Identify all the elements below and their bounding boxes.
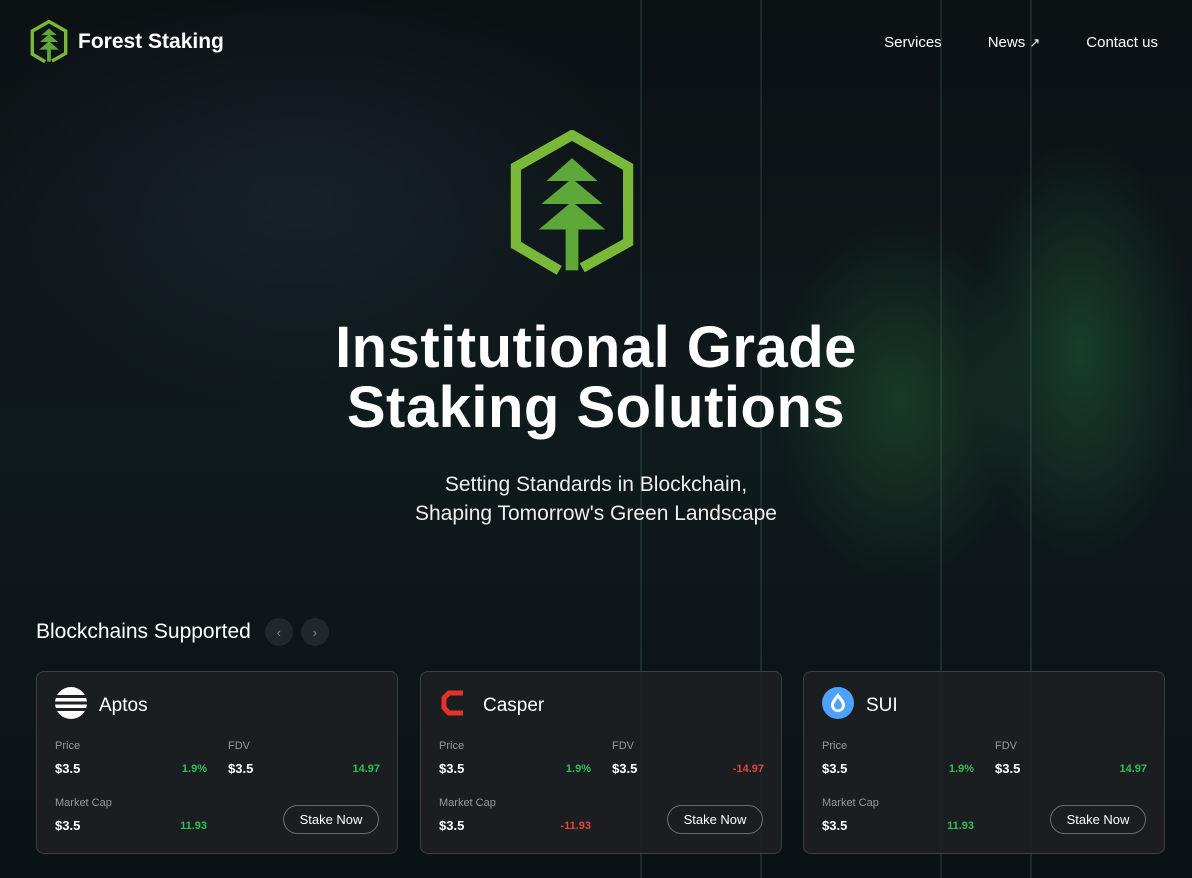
hero-title-line: Staking Solutions [346,375,846,440]
section-title: Blockchains Supported [36,620,251,643]
market-cap-label: Market Cap [55,797,112,809]
nav-link-contact[interactable]: Contact us [1086,34,1158,51]
fdv-change: 14.97 [352,762,380,775]
market-cap-value: $3.5 [822,818,848,833]
price-change: 1.9% [565,762,591,775]
casper-icon [439,687,471,725]
market-cap-change: -11.93 [560,819,591,832]
fdv-value: $3.5 [995,761,1021,776]
nav-link-news-label: News [987,33,1026,51]
price-change: 1.9% [948,762,974,775]
hero-subtitle-line: Setting Standards in Blockchain, [444,473,748,496]
market-cap-value: $3.5 [55,818,81,833]
hero-title: Institutional Grade Staking Solutions [0,318,1192,438]
chain-name: Aptos [99,695,148,716]
sui-icon [822,687,854,725]
fdv-value: $3.5 [228,761,254,776]
nav-link-services[interactable]: Services [884,34,942,51]
hero-title-line: Institutional Grade [335,315,857,380]
fdv-label: FDV [612,740,634,752]
price-value: $3.5 [55,761,81,776]
hero-subtitle-line: Shaping Tomorrow's Green Landscape [414,502,777,525]
market-cap-change: 11.93 [947,819,974,832]
brand-logo[interactable]: Forest Staking [30,20,224,64]
nav-link-news[interactable]: News ↗ [988,34,1041,51]
carousel-prev-button[interactable]: ‹ [264,618,293,646]
stake-now-button[interactable]: Stake Now [283,805,379,834]
external-link-icon: ↗ [1029,34,1041,50]
price-value: $3.5 [822,761,848,776]
blockchain-card: SUI Price $3.5 1.9% FDV $3.5 14.97 Market Ca… [803,671,1165,854]
brand-name: Forest Staking [78,30,224,53]
price-label: Price [55,740,81,752]
chain-name: SUI [866,695,898,716]
price-label: Price [439,740,465,752]
hero-subtitle: Setting Standards in Blockchain, Shaping … [0,470,1192,528]
fdv-label: FDV [995,740,1017,752]
market-cap-value: $3.5 [439,818,465,833]
market-cap-change: 11.93 [180,819,207,832]
stake-now-button[interactable]: Stake Now [667,805,763,834]
hero-forest-logo-icon [510,130,634,275]
market-cap-label: Market Cap [439,797,496,809]
blockchain-card: Casper Price $3.5 1.9% FDV $3.5 -14.97 Marke… [420,671,782,854]
fdv-label: FDV [228,740,250,752]
stake-now-button[interactable]: Stake Now [1050,805,1146,834]
carousel-next-button[interactable]: › [300,618,329,646]
top-nav: Forest Staking Services News ↗ Contact u… [30,20,1158,64]
blockchains-header: Blockchains Supported ‹ › [36,618,329,646]
blockchain-card: Aptos Price $3.5 1.9% FDV $3.5 14.97 Market … [36,671,398,854]
aptos-icon [55,687,87,725]
price-value: $3.5 [439,761,465,776]
fdv-change: 14.97 [1119,762,1147,775]
fdv-value: $3.5 [612,761,638,776]
forest-logo-icon [30,20,68,64]
fdv-change: -14.97 [732,762,764,775]
price-change: 1.9% [181,762,207,775]
market-cap-label: Market Cap [822,797,879,809]
chain-name: Casper [483,695,545,716]
price-label: Price [822,740,848,752]
